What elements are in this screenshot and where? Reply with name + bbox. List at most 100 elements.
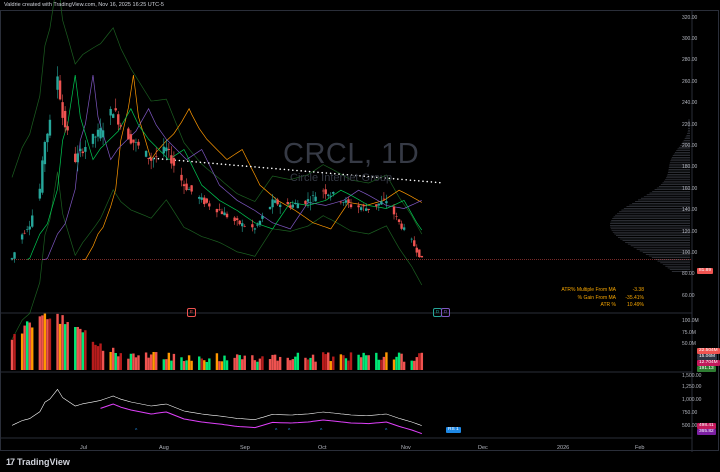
volume-bar [377, 359, 381, 370]
ma-200-dot [439, 181, 441, 184]
candle-body [344, 200, 348, 203]
price-tick: 180.00 [682, 164, 698, 170]
candle-body [377, 203, 381, 206]
candle-body [258, 220, 262, 225]
candle-body [392, 206, 396, 215]
time-label: Nov [401, 445, 411, 451]
candle-body [261, 216, 264, 219]
volume-bar [129, 353, 133, 370]
candle-body [134, 141, 138, 143]
candle-body [129, 134, 133, 144]
volume-bar [170, 360, 173, 370]
ma-200-dot [254, 166, 256, 168]
volume-bar [382, 356, 386, 370]
ma-200-dot [161, 158, 164, 160]
volume-bar [253, 360, 257, 370]
ma-200-dot [279, 168, 282, 170]
volume-bar [117, 356, 120, 370]
ma-200-dot [413, 179, 416, 182]
volume-tag: 191.13 [697, 366, 716, 372]
volume-bar [261, 356, 264, 370]
candle-body [58, 80, 62, 100]
candle-body [291, 204, 295, 208]
stats-row: ATR% Multiple From MA -3.38 [561, 287, 644, 295]
ma-200-dot [434, 181, 437, 184]
osc-tick: 1,000.00 [682, 397, 702, 403]
volume-bar [329, 361, 332, 370]
osc-tag: 365.82 [697, 429, 716, 435]
candle-body [339, 201, 343, 203]
volume-bar [251, 355, 254, 370]
volume-bar [332, 356, 335, 370]
volume-bar [134, 357, 138, 370]
price-tick: 240.00 [682, 100, 698, 106]
candle-body [296, 203, 300, 209]
time-label: Feb [635, 445, 645, 451]
candle-body [56, 76, 59, 90]
volume-bar [339, 354, 343, 370]
candle-body [314, 196, 317, 202]
rs-line [100, 403, 422, 435]
volume-bar [256, 361, 259, 370]
volume-bar [347, 360, 350, 370]
volume-bar [304, 357, 307, 370]
ma-200-dot [233, 164, 235, 166]
ma-200-dot [241, 165, 244, 167]
volume-bar [111, 347, 115, 370]
candle-body [31, 215, 34, 227]
candle-body [119, 125, 122, 127]
candle-body [114, 108, 117, 111]
candle-body [220, 211, 224, 215]
candle-body [13, 252, 16, 259]
volume-bar [132, 353, 135, 370]
rs-tag: RS 1 [446, 427, 461, 433]
candle-body [289, 205, 292, 208]
volume-bar [364, 355, 368, 370]
candle-body [375, 204, 378, 207]
candle-body [241, 223, 244, 227]
ma-200-dot [195, 161, 197, 163]
volume-bar [327, 352, 330, 370]
candle-body [101, 130, 105, 138]
volume-bar [392, 359, 396, 370]
candle-body [304, 200, 307, 204]
volume-bar [61, 315, 64, 370]
volume-bar [38, 316, 42, 370]
ma-200-dot [250, 165, 252, 168]
osc-tick: 750.00 [682, 410, 698, 416]
candle-body [137, 141, 140, 146]
candle-body [364, 208, 368, 211]
volume-bar [48, 318, 52, 370]
chart-canvas[interactable]: ^ ^ ^ ^ ^ [0, 0, 720, 472]
time-label: Oct [318, 445, 327, 451]
volume-bar [182, 361, 186, 370]
candle-body [273, 200, 277, 203]
volume-bar [63, 324, 67, 370]
candle-body [410, 238, 413, 240]
volume-bar [187, 355, 191, 370]
volume-bar [20, 333, 24, 370]
candle-body [81, 151, 85, 154]
stat-label: ATR% Multiple From MA [561, 287, 616, 293]
ma-200-dot [224, 163, 227, 166]
volume-bar [46, 319, 49, 370]
ma-200-dot [216, 162, 218, 165]
candle-body [187, 189, 191, 191]
ma-200-dot [191, 160, 193, 163]
ma-200-dot [182, 160, 185, 162]
volume-bar [152, 351, 155, 370]
candle-body [402, 227, 406, 230]
volume-bar [167, 352, 171, 370]
volume-bar [296, 352, 300, 370]
candle-body [28, 226, 31, 230]
candle-body [46, 133, 49, 143]
candle-body [109, 108, 112, 116]
earnings-badge[interactable]: E [187, 308, 196, 317]
volume-tick: 75.0M [682, 330, 696, 336]
candle-body [362, 204, 365, 207]
candle-body [382, 198, 386, 200]
volume-bar [294, 356, 297, 370]
volume-bar [289, 360, 292, 370]
dividend-badge[interactable]: D [441, 308, 450, 317]
candle-body [203, 197, 206, 205]
